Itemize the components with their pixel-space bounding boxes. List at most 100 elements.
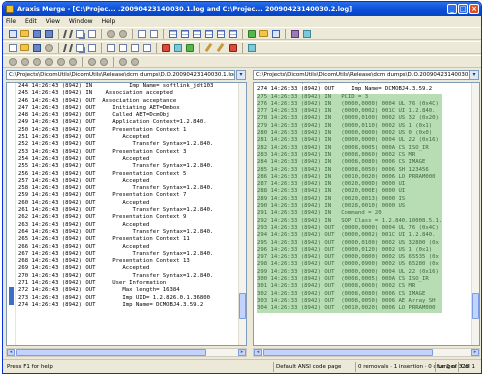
grid-button[interactable] <box>203 29 214 39</box>
inserted-line[interactable]: 281 14:26:33 (8942) IN (0000,0000) 0004 … <box>257 137 443 145</box>
text-line[interactable]: 274 14:26:33 (8942) OUT Imp Name= DCMOBJ… <box>257 86 442 93</box>
three-way-button[interactable] <box>179 29 190 39</box>
left-file-path[interactable]: C:\Projects\DicomUtils\DicomUtils\Releas… <box>6 70 235 80</box>
inserted-line[interactable]: 303 14:26:33 (8942) OUT (0008,0050) 0006… <box>257 297 443 306</box>
scroll-right-arrow-icon[interactable]: ▸ <box>471 349 479 356</box>
refresh-button[interactable] <box>117 57 128 67</box>
copy-button[interactable] <box>74 29 85 39</box>
text-line[interactable]: 267 14:26:43 (8942) OUT Transfer Syntax=… <box>18 251 213 258</box>
left-path-dropdown-icon[interactable]: ▾ <box>236 70 246 80</box>
inserted-line[interactable]: 285 14:26:33 (8942) IN (0008,0050) 0006 … <box>257 166 443 174</box>
text-line[interactable]: 253 14:26:43 (8942) OUT Presentation Con… <box>18 149 213 156</box>
text-line[interactable]: 262 14:26:43 (8942) OUT Presentation Con… <box>18 214 213 221</box>
inserted-line[interactable]: 287 14:26:33 (8942) IN (0020,000D) 0000 … <box>257 181 443 189</box>
lock-button[interactable] <box>289 29 300 39</box>
inserted-line[interactable]: 296 14:26:33 (8942) OUT (0000,0120) 0002… <box>257 246 443 255</box>
inserted-line[interactable]: 279 14:26:33 (8942) IN (0000,0110) 0002 … <box>257 122 443 131</box>
open-folder-button[interactable] <box>19 43 30 53</box>
new-comparison-button[interactable] <box>7 29 18 39</box>
text-line[interactable]: 258 14:26:43 (8942) OUT Transfer Syntax=… <box>18 185 213 192</box>
close-button[interactable]: × <box>469 4 479 14</box>
text-line[interactable]: 244 14:26:43 (8942) IN Imp Name= softlin… <box>18 83 213 90</box>
menu-view[interactable]: View <box>46 18 60 25</box>
print-button[interactable] <box>43 43 54 53</box>
inserted-line[interactable]: 298 14:26:33 (8942) OUT (0000,0900) 0002… <box>257 261 443 269</box>
inserted-line[interactable]: 284 14:26:33 (8942) IN (0008,0080) 0006 … <box>257 159 443 167</box>
inserted-line[interactable]: 300 14:26:33 (8942) OUT (0008,0005) 000A… <box>257 276 443 284</box>
folder-button[interactable] <box>258 29 269 39</box>
copy-right-button[interactable] <box>172 43 183 53</box>
doc-button[interactable] <box>105 43 116 53</box>
inserted-line[interactable]: 276 14:26:33 (8942) IN (0000,0000) 0004 … <box>257 100 443 109</box>
edit-button[interactable] <box>203 42 214 53</box>
copy-left-button[interactable] <box>160 43 171 53</box>
doc-button[interactable] <box>136 29 147 39</box>
text-line[interactable]: 269 14:26:43 (8942) OUT Accepted <box>18 265 213 272</box>
grid-button[interactable] <box>227 29 238 39</box>
menu-help[interactable]: Help <box>102 18 116 25</box>
text-line[interactable]: 252 14:26:43 (8942) OUT Transfer Syntax=… <box>18 141 213 148</box>
new-button[interactable] <box>7 43 18 53</box>
find-button[interactable] <box>246 43 257 53</box>
left-horizontal-scrollbar[interactable]: ◂ ▸ <box>6 348 247 357</box>
sync-button[interactable] <box>246 29 257 39</box>
first-change-button[interactable] <box>7 57 18 67</box>
text-line[interactable]: 268 14:26:43 (8942) OUT Presentation Con… <box>18 258 213 265</box>
copy-button[interactable] <box>74 43 85 53</box>
right-scroll-thumb[interactable] <box>472 293 479 319</box>
text-line[interactable]: 255 14:26:43 (8942) OUT Transfer Syntax=… <box>18 163 213 170</box>
left-hscroll-thumb[interactable] <box>16 349 206 356</box>
undo-button[interactable] <box>105 29 116 39</box>
doc-button[interactable] <box>129 43 140 53</box>
doc-button[interactable] <box>141 43 152 53</box>
minimize-button[interactable]: _ <box>447 4 457 14</box>
menu-window[interactable]: Window <box>69 18 93 25</box>
inserted-line[interactable]: 297 14:26:33 (8942) OUT (0000,0800) 0002… <box>257 254 443 262</box>
text-line[interactable]: 251 14:26:43 (8942) OUT Accepted <box>18 134 213 141</box>
next-change-button[interactable] <box>31 57 42 67</box>
redo-button[interactable] <box>117 29 128 39</box>
inserted-line[interactable]: 275 14:26:33 (8942) IN PCID = 3 <box>257 93 443 101</box>
inserted-line[interactable]: 289 14:26:33 (8942) IN (0020,0013) 0000 … <box>257 195 443 204</box>
last-change-button[interactable] <box>43 57 54 67</box>
prev-change-button[interactable] <box>19 57 30 67</box>
scroll-left-arrow-icon[interactable]: ◂ <box>254 349 262 356</box>
doc-button[interactable] <box>148 29 159 39</box>
inserted-line[interactable]: 290 14:26:33 (8942) IN (0028,0010) 0000 … <box>257 203 443 211</box>
inserted-line[interactable]: 295 14:26:33 (8942) OUT (0000,0100) 0002… <box>257 239 443 247</box>
scroll-right-arrow-icon[interactable]: ▸ <box>238 349 246 356</box>
inserted-line[interactable]: 282 14:26:33 (8942) IN (0008,0005) 000A … <box>257 144 443 152</box>
inserted-line[interactable]: 293 14:26:33 (8942) OUT (0000,0000) 0004… <box>257 224 443 233</box>
paste-button[interactable] <box>86 29 97 39</box>
right-text-pane[interactable]: 273 14:26:33 (8942) OUT Imp UID= 1.2.826… <box>253 82 480 346</box>
text-line[interactable]: 256 14:26:43 (8942) OUT Presentation Con… <box>18 171 213 178</box>
text-line[interactable]: 270 14:26:43 (8942) OUT Transfer Syntax=… <box>18 273 213 280</box>
text-line[interactable]: 248 14:26:43 (8942) OUT Called AET=DcmOb… <box>18 112 213 119</box>
right-horizontal-scrollbar[interactable]: ◂ ▸ <box>253 348 480 357</box>
text-line[interactable]: 264 14:26:43 (8942) OUT Transfer Syntax=… <box>18 229 213 236</box>
text-line[interactable]: 266 14:26:43 (8942) OUT Accepted <box>18 244 213 251</box>
text-line[interactable]: 249 14:26:43 (8942) OUT Application Cont… <box>18 119 213 126</box>
text-line[interactable]: 259 14:26:43 (8942) OUT Presentation Con… <box>18 192 213 199</box>
inserted-line[interactable]: 292 14:26:33 (8942) IN SOP Class = 1.2.8… <box>257 217 443 225</box>
inserted-line[interactable]: 291 14:26:33 (8942) IN Command = 20 <box>257 210 443 218</box>
text-line[interactable]: 246 14:26:43 (8942) OUT Association acce… <box>18 98 213 105</box>
menu-edit[interactable]: Edit <box>25 18 37 25</box>
bookmark-button[interactable] <box>227 43 238 53</box>
doc-button[interactable] <box>117 43 128 53</box>
text-line[interactable]: 271 14:26:43 (8942) OUT User Information <box>18 280 213 287</box>
menu-file[interactable]: File <box>6 18 16 25</box>
app-icon[interactable] <box>6 5 14 13</box>
report-button[interactable] <box>270 29 281 39</box>
help-button[interactable] <box>301 29 312 39</box>
stop-button[interactable] <box>98 57 109 67</box>
inserted-line[interactable]: 288 14:26:33 (8942) IN (0020,000E) 0000 … <box>257 188 443 196</box>
maximize-button[interactable]: □ <box>458 4 468 14</box>
grid-button[interactable] <box>215 29 226 39</box>
pane-splitter[interactable] <box>248 82 252 357</box>
options-button[interactable] <box>129 57 140 67</box>
right-file-path[interactable]: C:\Projects\DicomUtils\DicomUtils\Releas… <box>253 70 478 80</box>
paste-button[interactable] <box>86 43 97 53</box>
text-line[interactable]: 265 14:26:43 (8942) OUT Presentation Con… <box>18 236 213 243</box>
merge-button[interactable] <box>184 43 195 53</box>
